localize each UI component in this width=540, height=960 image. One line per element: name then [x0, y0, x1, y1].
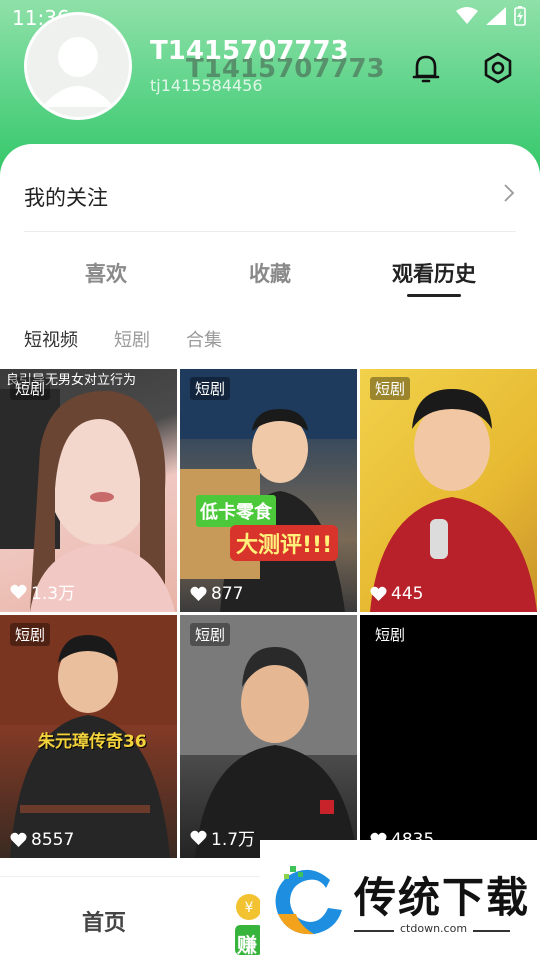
heart-icon — [10, 832, 27, 847]
video-card[interactable]: 短剧 4835 — [360, 615, 537, 858]
nav-home[interactable]: 首页 — [82, 905, 126, 937]
tab-favorites[interactable]: 收藏 — [249, 258, 291, 288]
tab-likes[interactable]: 喜欢 — [85, 258, 127, 288]
video-likes: 1.3万 — [10, 579, 75, 604]
signal-icon — [486, 7, 506, 25]
likes-count: 1.3万 — [31, 584, 76, 604]
settings-gear-icon[interactable] — [480, 50, 516, 86]
video-caption-primary: 低卡零食 — [196, 495, 276, 527]
video-badge: 短剧 — [375, 626, 406, 644]
video-thumbnail — [370, 389, 537, 612]
tab-watch-history[interactable]: 观看历史 — [392, 258, 476, 288]
likes-count: 445 — [391, 584, 424, 604]
nav-earn-label: 赚 — [237, 933, 257, 957]
video-likes: 445 — [370, 584, 423, 604]
heart-icon — [370, 586, 387, 601]
my-follow-row[interactable]: 我的关注 — [24, 174, 516, 232]
video-card[interactable]: 短剧 1.7万 — [180, 615, 357, 858]
watermark-url: ctdown.com — [394, 922, 474, 935]
video-badge: 短剧 — [190, 377, 231, 400]
subtab-collections[interactable]: 合集 — [186, 326, 222, 352]
active-tab-indicator — [407, 294, 461, 297]
video-caption-primary: 朱元璋传奇36 — [38, 732, 147, 752]
user-id: tj1415584456 — [150, 76, 263, 95]
svg-text:¥: ¥ — [245, 900, 254, 916]
video-card[interactable]: 良引导无男女对立行为 短剧 1.3万 — [0, 369, 177, 612]
likes-count: 8557 — [31, 830, 75, 850]
video-likes: 8557 — [10, 830, 74, 850]
video-card[interactable]: 朱元璋传奇36 短剧 8557 — [0, 615, 177, 858]
likes-count: 877 — [211, 584, 244, 604]
my-follow-label: 我的关注 — [24, 186, 108, 210]
main-tabs: 喜欢 收藏 观看历史 — [0, 254, 540, 304]
video-badge: 短剧 — [190, 623, 231, 646]
notification-bell-icon[interactable] — [408, 50, 444, 86]
default-avatar-icon — [42, 37, 114, 107]
heart-icon — [190, 586, 207, 601]
video-thumbnail — [180, 369, 357, 612]
heart-icon — [190, 830, 207, 845]
heart-icon — [10, 584, 27, 599]
video-thumbnail — [0, 389, 175, 612]
wifi-icon — [456, 7, 478, 25]
video-likes: 877 — [190, 584, 243, 604]
watermark-brand: 传统下载 — [354, 873, 531, 922]
video-card[interactable]: 短剧 445 — [360, 369, 537, 612]
username: T1415707773 — [150, 36, 349, 66]
likes-count: 1.7万 — [211, 830, 256, 850]
watermark: 传统下载 ctdown.com — [260, 840, 540, 960]
video-card[interactable]: 低卡零食 大测评!!! 短剧 877 — [180, 369, 357, 612]
video-caption-secondary: 大测评!!! — [230, 525, 339, 561]
chevron-right-icon — [504, 184, 515, 202]
video-thumbnail — [180, 615, 357, 858]
battery-icon — [514, 6, 526, 26]
video-badge: 短剧 — [10, 377, 51, 400]
video-badge: 短剧 — [370, 377, 411, 400]
avatar[interactable] — [24, 12, 132, 120]
watermark-logo — [275, 866, 342, 935]
status-icons — [456, 6, 526, 26]
subtab-short-videos[interactable]: 短视频 — [24, 326, 78, 352]
video-likes: 1.7万 — [190, 825, 255, 850]
sub-tabs: 短视频 短剧 合集 — [0, 324, 540, 354]
subtab-short-dramas[interactable]: 短剧 — [114, 326, 150, 352]
video-badge: 短剧 — [10, 623, 51, 646]
